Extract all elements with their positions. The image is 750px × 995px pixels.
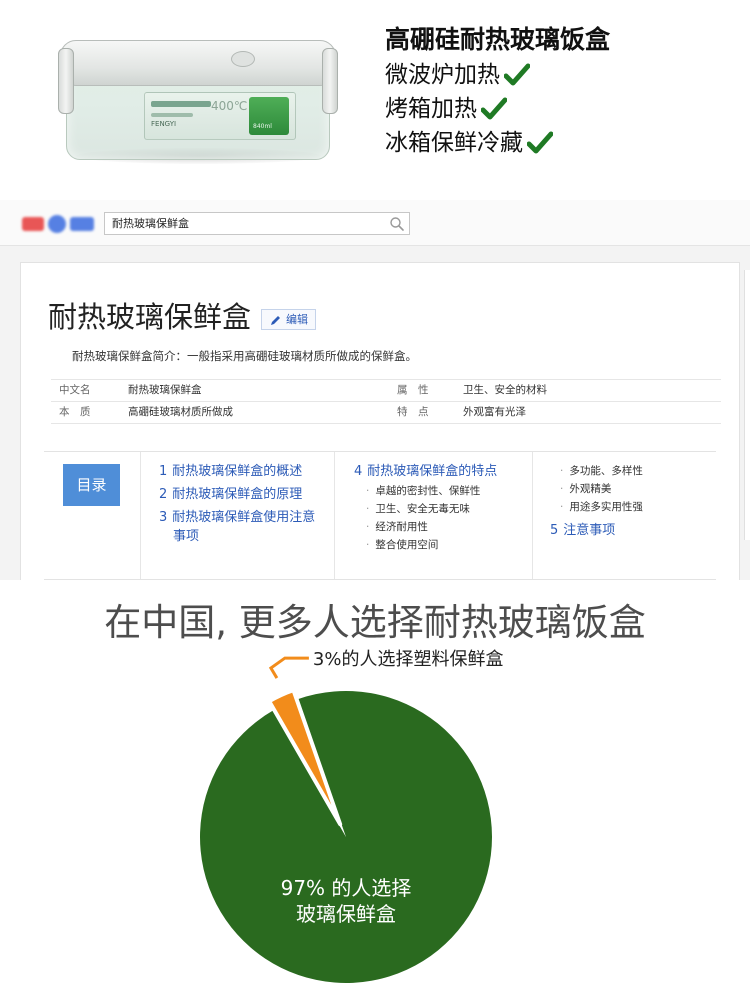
info-row: 本 质 高硼硅玻璃材质所做成 特 点 外观富有光泽 (51, 402, 721, 424)
feature-list: 高硼硅耐热玻璃饭盒 微波炉加热 烤箱加热 冰箱保鲜冷藏 (385, 22, 745, 160)
label-volume: 840ml (253, 123, 272, 130)
encyclopedia-screenshot: 耐热玻璃保鲜盒 耐热玻璃保鲜盒 编辑 耐热玻璃保鲜盒简介：一般指采用高硼硅玻璃材… (0, 200, 750, 580)
info-value: 耐热玻璃保鲜盒 (128, 384, 202, 396)
feature-label: 微波炉加热 (385, 62, 500, 88)
toc-divider (532, 452, 533, 579)
toc-item[interactable]: 5 注意事项 (550, 521, 643, 540)
article-intro: 耐热玻璃保鲜盒简介：一般指采用高硼硅玻璃材质所做成的保鲜盒。 (72, 349, 417, 363)
product-label: FENGYI 400℃ 840ml (144, 92, 296, 140)
toc-column-2: 4耐热玻璃保鲜盒的特点 卓越的密封性、保鲜性 卫生、安全无毒无味 经济耐用性 整… (354, 462, 497, 554)
info-value: 高硼硅玻璃材质所做成 (128, 406, 233, 418)
feature-label: 冰箱保鲜冷藏 (385, 130, 523, 156)
info-value: 外观富有光泽 (463, 406, 526, 418)
lid-clip-left (58, 48, 74, 114)
table-of-contents: 目录 1 耐热玻璃保鲜盒的概述 2 耐热玻璃保鲜盒的原理 3 耐热玻璃保鲜盒使用注意 … (44, 451, 716, 580)
right-scroll-panel[interactable] (744, 270, 750, 540)
pie-slice-glass (200, 691, 493, 983)
toc-item[interactable]: 2 耐热玻璃保鲜盒的原理 (159, 485, 315, 504)
label-stripe-small (151, 113, 193, 117)
info-key: 中文名 (59, 384, 91, 396)
toc-subitem[interactable]: 经济耐用性 (354, 518, 497, 536)
pie-chart: 3%的人选择塑料保鲜盒 97% 的人选择玻璃保鲜盒 (200, 649, 504, 983)
browser-topbar: 耐热玻璃保鲜盒 (0, 200, 750, 246)
product-banner: FENGYI 400℃ 840ml 高硼硅耐热玻璃饭盒 微波炉加热 烤箱加热 冰… (0, 0, 750, 200)
check-icon (527, 131, 553, 155)
toc-subitem[interactable]: 多功能、多样性 (550, 462, 643, 480)
page-title: 耐热玻璃保鲜盒 (48, 300, 252, 334)
toc-subitem[interactable]: 用途多实用性强 (550, 498, 643, 516)
feature-label: 烤箱加热 (385, 96, 477, 122)
info-key: 特 点 (397, 406, 429, 418)
label-temp: 400℃ (211, 99, 248, 113)
toc-subitem[interactable]: 卫生、安全无毒无味 (354, 500, 497, 518)
check-icon (504, 63, 530, 87)
info-value: 卫生、安全的材料 (463, 384, 547, 396)
toc-item-continued[interactable]: 事项 (159, 527, 315, 546)
toc-item[interactable]: 4 耐热玻璃保鲜盒的特点 (354, 462, 497, 481)
site-logo[interactable] (22, 212, 96, 236)
slice-label-glass-line2: 玻璃保鲜盒 (296, 902, 396, 926)
feature-item-fridge: 冰箱保鲜冷藏 (385, 126, 745, 160)
search-input[interactable]: 耐热玻璃保鲜盒 (104, 212, 410, 235)
article-card: 耐热玻璃保鲜盒 编辑 耐热玻璃保鲜盒简介：一般指采用高硼硅玻璃材质所做成的保鲜盒… (20, 262, 740, 580)
info-key: 本 质 (59, 406, 91, 418)
toc-column-1: 1 耐热玻璃保鲜盒的概述 2 耐热玻璃保鲜盒的原理 3 耐热玻璃保鲜盒使用注意 事项 (159, 462, 315, 550)
lid-clip-right (322, 48, 338, 114)
pencil-icon (270, 313, 282, 325)
info-row: 中文名 耐热玻璃保鲜盒 属 性 卫生、安全的材料 (51, 380, 721, 402)
toc-item[interactable]: 1 耐热玻璃保鲜盒的概述 (159, 462, 315, 481)
check-icon (481, 97, 507, 121)
toc-button[interactable]: 目录 (63, 464, 120, 506)
feature-item-microwave: 微波炉加热 (385, 58, 745, 92)
toc-subitem[interactable]: 外观精美 (550, 480, 643, 498)
toc-subitem[interactable]: 整合使用空间 (354, 536, 497, 554)
label-stripe (151, 101, 211, 107)
pie-chart-section: 在中国, 更多人选择耐热玻璃饭盒 3%的人选择塑料保鲜盒 97% 的人选择 玻璃保鲜… (0, 580, 750, 995)
toc-column-3: 多功能、多样性 外观精美 用途多实用性强 5注意事项 (550, 462, 643, 544)
slice-label-plastic: 3%的人选择塑料保鲜盒 (313, 649, 504, 670)
toc-subitem[interactable]: 卓越的密封性、保鲜性 (354, 482, 497, 500)
toc-divider (140, 452, 141, 579)
toc-item[interactable]: 3 耐热玻璃保鲜盒使用注意 (159, 508, 315, 527)
info-table: 中文名 耐热玻璃保鲜盒 属 性 卫生、安全的材料 本 质 高硼硅玻璃材质所做成 … (51, 379, 721, 424)
container-lid (60, 40, 336, 86)
slice-label-glass-line1: 97% 的人选择 (281, 876, 412, 900)
glass-food-container-image: FENGYI 400℃ 840ml (58, 30, 338, 170)
edit-label: 编辑 (286, 313, 308, 326)
feature-title: 高硼硅耐热玻璃饭盒 (385, 25, 611, 54)
leader-line (268, 656, 309, 679)
search-value: 耐热玻璃保鲜盒 (112, 217, 189, 230)
feature-item-oven: 烤箱加热 (385, 92, 745, 126)
lid-vent (231, 51, 255, 67)
edit-button[interactable]: 编辑 (261, 309, 316, 330)
info-key: 属 性 (397, 384, 429, 396)
toc-divider (334, 452, 335, 579)
search-icon[interactable] (389, 216, 405, 232)
label-brand: FENGYI (151, 120, 177, 128)
